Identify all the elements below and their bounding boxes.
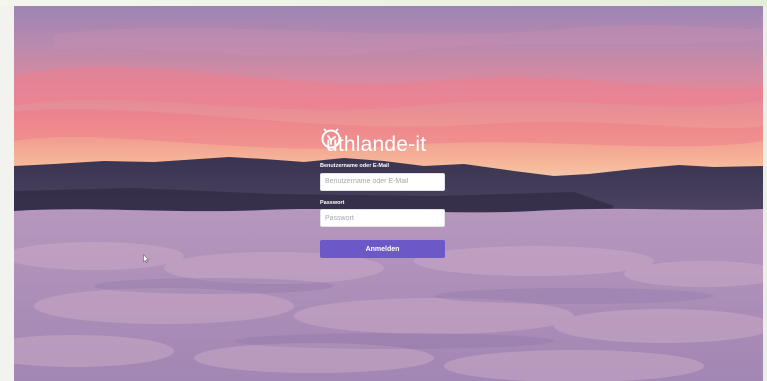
- username-input[interactable]: [320, 172, 445, 191]
- password-label: Passwort: [320, 199, 345, 206]
- mouse-pointer-icon: [143, 254, 149, 263]
- left-margin: [0, 6, 14, 381]
- right-margin: [763, 6, 767, 381]
- brand-logo: uthlande-it: [321, 128, 445, 160]
- login-button[interactable]: Anmelden: [320, 240, 445, 258]
- background-landscape: uthlande-it Benutzername oder E-Mail Pas…: [14, 6, 763, 381]
- password-input[interactable]: [320, 209, 445, 227]
- login-panel: uthlande-it Benutzername oder E-Mail Pas…: [320, 128, 445, 258]
- username-label: Benutzername oder E-Mail: [320, 163, 390, 169]
